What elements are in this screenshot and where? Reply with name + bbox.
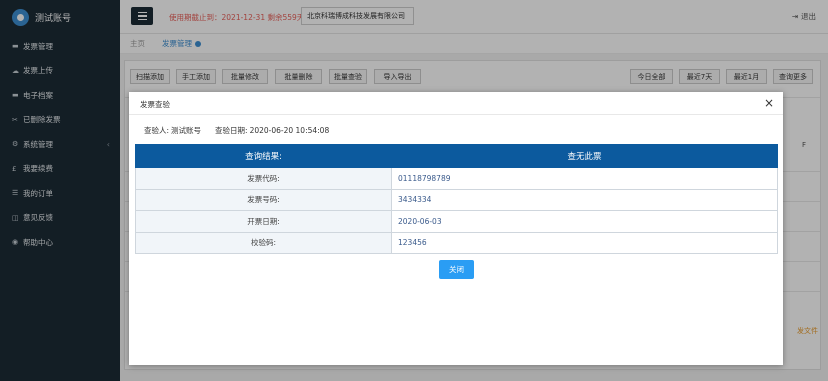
checker-label: 查验人: bbox=[144, 126, 170, 135]
row-value: 2020-06-03 bbox=[391, 210, 778, 233]
table-row: 发票代码: 01118798789 bbox=[135, 167, 778, 190]
table-row: 校验码: 123456 bbox=[135, 231, 778, 254]
dialog-header: 发票查验 × bbox=[129, 92, 783, 115]
row-label: 开票日期: bbox=[135, 210, 392, 233]
result-header-value: 查无此票 bbox=[391, 144, 778, 168]
check-info: 查验人: 测试账号 查验日期: 2020-06-20 10:54:08 bbox=[144, 125, 331, 136]
table-row: 开票日期: 2020-06-03 bbox=[135, 210, 778, 233]
row-value: 123456 bbox=[391, 231, 778, 254]
close-button[interactable]: 关闭 bbox=[439, 260, 474, 279]
checker-value: 测试账号 bbox=[171, 126, 202, 135]
dialog-title: 发票查验 bbox=[140, 100, 170, 109]
invoice-check-dialog: 发票查验 × 查验人: 测试账号 查验日期: 2020-06-20 10:54:08 … bbox=[129, 92, 783, 365]
table-row: 发票号码: 3434334 bbox=[135, 188, 778, 211]
row-label: 发票号码: bbox=[135, 188, 392, 211]
close-icon[interactable]: × bbox=[764, 96, 774, 110]
row-label: 校验码: bbox=[135, 231, 392, 254]
result-table: 查询结果: 查无此票 发票代码: 01118798789 发票号码: 3434334 开… bbox=[135, 144, 778, 254]
table-header-row: 查询结果: 查无此票 bbox=[135, 144, 778, 168]
check-date-value: 2020-06-20 10:54:08 bbox=[249, 126, 330, 135]
row-label: 发票代码: bbox=[135, 167, 392, 190]
row-value: 3434334 bbox=[391, 188, 778, 211]
row-value: 01118798789 bbox=[391, 167, 778, 190]
result-header-label: 查询结果: bbox=[135, 144, 392, 168]
check-date-label: 查验日期: bbox=[215, 126, 248, 135]
